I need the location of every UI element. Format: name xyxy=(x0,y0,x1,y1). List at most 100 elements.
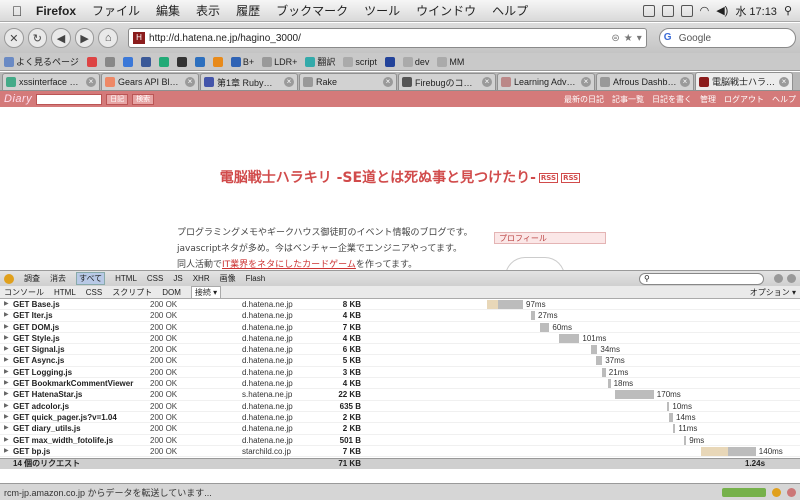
menu-file[interactable]: ファイル xyxy=(84,2,148,19)
net-request-row[interactable]: ▶ GET DOM.js 200 OK d.hatena.ne.jp 7 KB 60ms xyxy=(0,322,800,333)
expand-toggle-icon[interactable]: ▶ xyxy=(4,344,9,355)
dropdown-arrow-icon[interactable]: ▾ xyxy=(637,33,642,44)
bookmark-item[interactable] xyxy=(384,56,395,67)
feed-icon[interactable]: ⊜ xyxy=(611,33,619,44)
net-request-row[interactable]: ▶ GET max_width_fotolife.js 200 OK d.hatena… xyxy=(0,435,800,446)
tab-close-icon[interactable]: × xyxy=(680,77,690,87)
bookmark-item[interactable] xyxy=(176,56,187,67)
fb-tab-script[interactable]: スクリプト xyxy=(112,287,152,298)
tab-close-icon[interactable]: × xyxy=(185,77,195,87)
menu-edit[interactable]: 編集 xyxy=(148,2,188,19)
browser-tab[interactable]: 電脳戦士ハラキリ ...× xyxy=(695,72,793,90)
apple-menu-icon[interactable]:  xyxy=(6,3,28,19)
expand-toggle-icon[interactable]: ▶ xyxy=(4,299,9,310)
status-app-icon[interactable] xyxy=(661,4,674,17)
fb-tab-css[interactable]: CSS xyxy=(86,288,102,297)
expand-toggle-icon[interactable]: ▶ xyxy=(4,310,9,321)
stop-button[interactable]: ✕ xyxy=(4,28,24,48)
fb-filter-all[interactable]: すべて xyxy=(76,272,106,285)
nav-write[interactable]: 日記を書く xyxy=(652,94,692,105)
expand-toggle-icon[interactable]: ▶ xyxy=(4,401,9,412)
net-request-row[interactable]: ▶ GET quick_pager.js?v=1.04 200 OK d.hatena… xyxy=(0,412,800,424)
fb-detach-icon[interactable] xyxy=(774,274,783,283)
net-request-row[interactable]: ▶ GET adcolor.js 200 OK d.hatena.ne.jp 635 B… xyxy=(0,401,800,412)
bookmark-item[interactable]: MM xyxy=(437,56,464,67)
expand-toggle-icon[interactable]: ▶ xyxy=(4,378,9,389)
blog-title[interactable]: 電脳戦士ハラキリ -SE道とは死ぬ事と見つけたり- RSS RSS xyxy=(0,167,800,187)
menu-history[interactable]: 履歴 xyxy=(228,2,268,19)
fb-filter-images[interactable]: 画像 xyxy=(220,273,236,284)
browser-tab[interactable]: Afrous Dashboard× xyxy=(596,73,694,90)
bookmark-item[interactable] xyxy=(86,56,97,67)
forward-button[interactable]: ▶ xyxy=(74,28,95,48)
back-button[interactable]: ◀ xyxy=(51,28,71,48)
status-app-icon[interactable] xyxy=(642,4,655,17)
browser-tab[interactable]: Firebugのコマン...× xyxy=(398,73,496,90)
tab-close-icon[interactable]: × xyxy=(284,77,294,87)
tab-close-icon[interactable]: × xyxy=(779,76,789,87)
fb-tab-html[interactable]: HTML xyxy=(54,288,76,297)
expand-toggle-icon[interactable]: ▶ xyxy=(4,333,9,344)
bookmark-item[interactable]: よく見るページ xyxy=(4,55,79,68)
nav-admin[interactable]: 管理 xyxy=(700,94,716,105)
url-text[interactable]: http://d.hatena.ne.jp/hagino_3000/ xyxy=(149,33,607,44)
rss-badge[interactable]: RSS xyxy=(538,173,559,183)
browser-tab[interactable]: Gears API Blog: ...× xyxy=(101,73,199,90)
bookmark-item[interactable] xyxy=(194,56,205,67)
tab-close-icon[interactable]: × xyxy=(383,77,393,87)
net-request-row[interactable]: ▶ GET HatenaStar.js 200 OK s.hatena.ne.jp 22… xyxy=(0,389,800,401)
url-bar[interactable]: H http://d.hatena.ne.jp/hagino_3000/ ⊜ ★… xyxy=(128,28,647,48)
fb-tab-console[interactable]: コンソール xyxy=(4,287,44,298)
google-icon[interactable]: G xyxy=(664,32,676,44)
bookmark-item[interactable] xyxy=(158,56,169,67)
rss-badge[interactable]: RSS xyxy=(561,173,581,183)
spotlight-icon[interactable]: ⚲ xyxy=(784,4,792,17)
bookmark-item[interactable] xyxy=(104,56,115,67)
hatena-diary-button[interactable]: 日記 xyxy=(106,93,129,105)
hatena-diary-logo[interactable]: Diary xyxy=(4,93,32,105)
fb-filter-html[interactable]: HTML xyxy=(115,274,137,283)
expand-toggle-icon[interactable]: ▶ xyxy=(4,367,9,378)
home-button[interactable]: ⌂ xyxy=(98,28,119,48)
bookmark-star-icon[interactable]: ★ xyxy=(624,33,633,44)
card-game-link[interactable]: IT業界をネタにしたカードゲーム xyxy=(222,260,356,270)
nav-logout[interactable]: ログアウト xyxy=(724,94,764,105)
nav-latest[interactable]: 最新の日記 xyxy=(564,94,604,105)
menu-bookmarks[interactable]: ブックマーク xyxy=(268,2,356,19)
expand-toggle-icon[interactable]: ▶ xyxy=(4,389,9,400)
fb-filter-xhr[interactable]: XHR xyxy=(193,274,210,283)
bookmark-item[interactable]: LDR+ xyxy=(262,56,297,67)
search-input[interactable]: Google xyxy=(679,33,711,44)
reload-button[interactable]: ↻ xyxy=(27,28,48,48)
expand-toggle-icon[interactable]: ▶ xyxy=(4,412,9,423)
clock[interactable]: 水 17:13 xyxy=(735,3,777,19)
expand-toggle-icon[interactable]: ▶ xyxy=(4,322,9,333)
hatena-search-input[interactable] xyxy=(36,93,103,105)
bookmark-item[interactable] xyxy=(212,56,223,67)
menu-window[interactable]: ウインドウ xyxy=(408,2,484,19)
nav-help[interactable]: ヘルプ xyxy=(772,94,796,105)
volume-icon[interactable]: ◀) xyxy=(716,4,728,17)
net-request-row[interactable]: ▶ GET Logging.js 200 OK d.hatena.ne.jp 3 KB 2… xyxy=(0,367,800,379)
firebug-icon[interactable] xyxy=(4,273,14,284)
fb-filter-css[interactable]: CSS xyxy=(147,274,163,283)
fb-clear-button[interactable]: 消去 xyxy=(50,273,66,284)
fb-inspect-button[interactable]: 調査 xyxy=(24,273,40,284)
status-app-icon[interactable] xyxy=(680,4,693,17)
browser-tab[interactable]: Learning Advanc...× xyxy=(497,73,595,90)
wifi-icon[interactable]: ◠ xyxy=(700,4,710,17)
expand-toggle-icon[interactable]: ▶ xyxy=(4,435,9,446)
menu-view[interactable]: 表示 xyxy=(188,2,228,19)
bookmark-item[interactable]: script xyxy=(343,56,377,67)
bookmark-item[interactable] xyxy=(140,56,151,67)
menu-help[interactable]: ヘルプ xyxy=(484,2,536,19)
bookmark-item[interactable]: dev xyxy=(402,56,429,67)
addon-status-icon[interactable] xyxy=(787,487,796,497)
menu-tools[interactable]: ツール xyxy=(356,2,408,19)
browser-tab[interactable]: xssinterface – Go...× xyxy=(2,73,100,90)
firebug-status-icon[interactable] xyxy=(772,487,781,497)
net-request-row[interactable]: ▶ GET bp.js 200 OK starchild.co.jp 7 KB 140ms xyxy=(0,446,800,458)
net-request-row[interactable]: ▶ GET diary_utils.js 200 OK d.hatena.ne.jp 2… xyxy=(0,423,800,435)
search-box[interactable]: G Google xyxy=(658,28,796,48)
nav-list[interactable]: 記事一覧 xyxy=(612,94,644,105)
